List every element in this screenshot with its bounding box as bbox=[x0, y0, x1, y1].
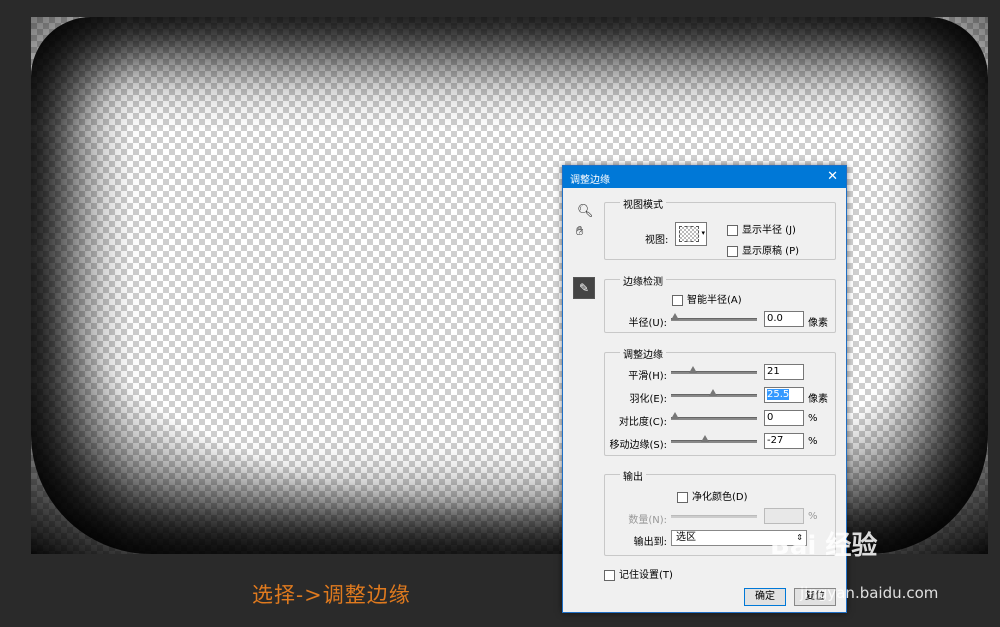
edge-detection-group: 边缘检测 智能半径(A) 半径(U): 0.0 像素 bbox=[604, 273, 836, 333]
view-mode-group: 视图模式 视图: ▾ 显示半径 (J) 显示原稿 (P) bbox=[604, 196, 836, 260]
amount-slider bbox=[671, 515, 757, 518]
view-mode-picker[interactable]: ▾ bbox=[675, 222, 707, 246]
output-title: 输出 bbox=[620, 468, 646, 483]
shift-edge-slider[interactable] bbox=[671, 440, 757, 443]
edge-detection-title: 边缘检测 bbox=[620, 273, 666, 288]
feather-unit: 像素 bbox=[808, 394, 828, 405]
smooth-input[interactable]: 21 bbox=[764, 364, 804, 380]
feather-slider-thumb[interactable] bbox=[709, 389, 717, 396]
show-original-checkbox[interactable]: 显示原稿 (P) bbox=[727, 242, 799, 257]
output-to-label: 输出到: bbox=[633, 537, 667, 548]
dialog-titlebar[interactable]: 调整边缘 ✕ bbox=[563, 166, 846, 188]
radius-slider-thumb[interactable] bbox=[671, 313, 679, 320]
baidu-watermark-url: jingyan.baidu.com bbox=[800, 584, 939, 602]
smooth-label: 平滑(H): bbox=[628, 371, 667, 382]
feather-input[interactable]: 25.5 bbox=[764, 387, 804, 403]
smooth-slider[interactable] bbox=[671, 371, 757, 374]
view-label: 视图: bbox=[645, 235, 669, 246]
adjust-edge-title: 调整边缘 bbox=[620, 346, 666, 361]
feather-label: 羽化(E): bbox=[629, 394, 668, 405]
show-radius-checkbox[interactable]: 显示半径 (J) bbox=[727, 221, 796, 236]
feather-value: 25.5 bbox=[767, 389, 790, 400]
chevron-down-icon: ▾ bbox=[701, 229, 705, 237]
radius-unit: 像素 bbox=[808, 318, 828, 329]
baidu-watermark-logo: Bai 经验 bbox=[770, 531, 878, 561]
dialog-title: 调整边缘 bbox=[570, 175, 610, 186]
contrast-slider[interactable] bbox=[671, 417, 757, 420]
contrast-slider-thumb[interactable] bbox=[671, 412, 679, 419]
shift-edge-unit: % bbox=[808, 436, 818, 447]
contrast-unit: % bbox=[808, 413, 818, 424]
radius-label: 半径(U): bbox=[628, 318, 668, 329]
shift-edge-label: 移动边缘(S): bbox=[609, 440, 667, 451]
amount-unit: % bbox=[808, 511, 818, 522]
refine-radius-icon[interactable]: ✎ bbox=[573, 277, 595, 299]
decontaminate-checkbox[interactable]: 净化颜色(D) bbox=[677, 488, 748, 503]
contrast-input[interactable]: 0 bbox=[764, 410, 804, 426]
caption-text: 选择->调整边缘 bbox=[252, 583, 411, 607]
amount-label: 数量(N): bbox=[628, 515, 667, 526]
radius-slider[interactable] bbox=[671, 318, 757, 321]
smooth-slider-thumb[interactable] bbox=[689, 366, 697, 373]
view-mode-title: 视图模式 bbox=[620, 196, 666, 211]
zoom-icon[interactable]: 🔍︎ bbox=[577, 204, 594, 219]
amount-input bbox=[764, 508, 804, 524]
output-to-value: 选区 bbox=[676, 532, 696, 543]
shift-edge-input[interactable]: -27 bbox=[764, 433, 804, 449]
adjust-edge-group: 调整边缘 平滑(H): 21 羽化(E): 25.5 像素 对比度(C): 0 … bbox=[604, 346, 836, 456]
contrast-label: 对比度(C): bbox=[618, 417, 667, 428]
ok-button[interactable]: 确定 bbox=[744, 588, 786, 606]
radius-input[interactable]: 0.0 bbox=[764, 311, 804, 327]
remember-settings-checkbox[interactable]: 记住设置(T) bbox=[604, 566, 673, 581]
smart-radius-checkbox[interactable]: 智能半径(A) bbox=[672, 291, 742, 306]
shift-edge-slider-thumb[interactable] bbox=[701, 435, 709, 442]
close-icon[interactable]: ✕ bbox=[827, 169, 838, 184]
hand-icon[interactable]: ✋︎ bbox=[576, 224, 583, 239]
view-preview-icon bbox=[679, 226, 699, 242]
